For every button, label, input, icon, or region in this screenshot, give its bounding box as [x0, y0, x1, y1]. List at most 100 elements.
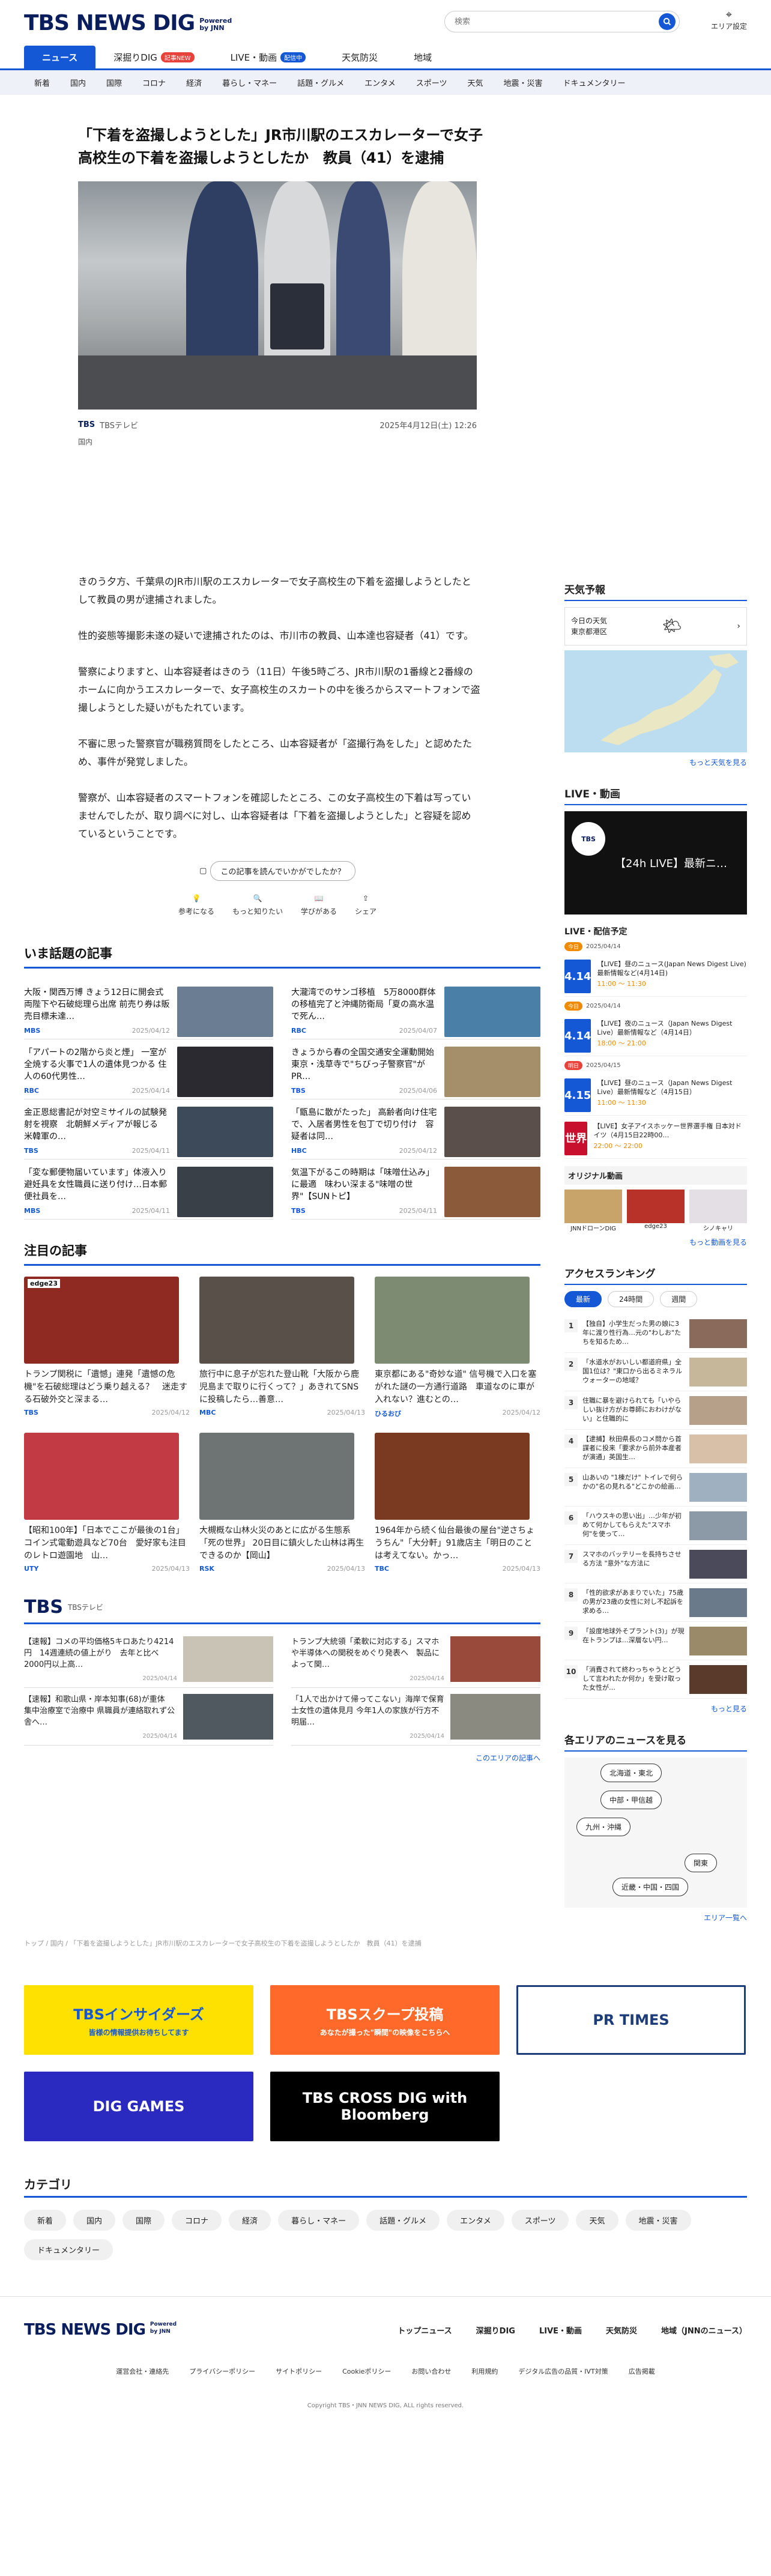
ranking-tab-latest[interactable]: 最新	[564, 1291, 602, 1307]
featured-item[interactable]: 東京都にある"奇妙な道" 信号機で入口を塞がれた謎の一方通行道路 車道なのに車が…	[375, 1277, 540, 1418]
topic-item[interactable]: 大瀧湾でのサンゴ移植 5万8000群体の移植完了と沖縄防衛局「夏の高水温で死ん……	[291, 979, 540, 1039]
today-weather[interactable]: 今日の天気 東京都港区 🌤 ›	[564, 607, 747, 646]
share-button[interactable]: ⇪ シェア	[355, 894, 376, 916]
category-chip[interactable]: 新着	[24, 2210, 67, 2231]
more-ranking-link[interactable]: もっと見る	[564, 1704, 747, 1714]
ranking-item[interactable]: 5 山あいの "1棟だけ" トイレで何らかの"名の見れる"どこかの絵画…	[564, 1468, 747, 1507]
category-chip[interactable]: 国内	[73, 2210, 116, 2231]
category-chip[interactable]: 経済	[229, 2210, 271, 2231]
ranking-item[interactable]: 9 「設度地球外そプラント(3)」が現在トランプは…深層ない円…	[564, 1622, 747, 1660]
subnav-item[interactable]: 国際	[96, 77, 132, 88]
footer-nav-item[interactable]: LIVE・動画	[539, 2324, 582, 2336]
more-videos-link[interactable]: もっと動画を見る	[564, 1237, 747, 1247]
area-button-chubu[interactable]: 中部・甲信越	[600, 1791, 662, 1809]
ranking-item[interactable]: 10 「消費されて終わっちゃうとどうして言われたか何か」を受け取った女性が…	[564, 1660, 747, 1699]
tab-news[interactable]: ニュース	[24, 46, 96, 68]
subnav-item[interactable]: 暮らし・マネー	[212, 77, 287, 88]
topic-item[interactable]: 「アパートの2階から炎と煙」 一室が全焼する火事で1人の遺体見つかる 住人の60…	[24, 1039, 273, 1099]
ranking-item[interactable]: 8 「性的欲求があまりでいた」75歳の男が23歳の女性に対し不起訴を求める…	[564, 1583, 747, 1622]
footer-nav-item[interactable]: 深掘りDIG	[476, 2324, 515, 2336]
category-chip[interactable]: 天気	[576, 2210, 618, 2231]
footer-link[interactable]: サイトポリシー	[276, 2366, 322, 2376]
featured-item[interactable]: 大槻概な山林火災のあとに広がる生態系「死の世界」 20日目に鎮火した山林は再生で…	[199, 1433, 365, 1573]
subnav-item[interactable]: 経済	[176, 77, 212, 88]
ranking-item[interactable]: 6 「ハウスキの思い出」…少年が初めて何かしてもらえた"スマホ何"を使って…	[564, 1507, 747, 1545]
ranking-item[interactable]: 4 【逮捕】秋田県長のコメ問から首謀者に投来「要求から前外本産者が演通」英国生…	[564, 1430, 747, 1468]
tbs-article[interactable]: 【速報】コメの平均価格5キロあたり4214円 14週連続の値上がり 去年と比べ2…	[24, 1630, 273, 1688]
category-chip[interactable]: 暮らし・マネー	[278, 2210, 360, 2231]
reaction-more-button[interactable]: 🔍 もっと知りたい	[232, 894, 283, 916]
footer-link[interactable]: 運営会社・連絡先	[116, 2366, 169, 2376]
ranking-item[interactable]: 7 スマホのバッテリーを長持ちさせる方法 "意外"な方法に	[564, 1545, 747, 1583]
live-player[interactable]: TBS 【24h LIVE】最新ニ…	[564, 811, 747, 915]
tbs-article[interactable]: トランプ大統領「柔軟に対応する」スマホや半導体への関税をめぐり発表へ 製品によっ…	[291, 1630, 540, 1688]
promo-banner[interactable]: TBSインサイダーズ 皆様の情報提供お待ちしてます	[24, 1985, 253, 2055]
promo-banner[interactable]: PR TIMES	[516, 1985, 746, 2055]
footer-nav-item[interactable]: 天気防災	[606, 2324, 637, 2336]
footer-logo[interactable]: TBS NEWS DIG Powered by JNN	[24, 2321, 183, 2339]
promo-banner[interactable]: TBSスクープ投稿 あなたが撮った"瞬間"の映像をこちらへ	[270, 1985, 500, 2055]
category-chip[interactable]: スポーツ	[511, 2210, 569, 2231]
category-chip[interactable]: エンタメ	[447, 2210, 504, 2231]
breadcrumb[interactable]: トップ / 国内 / 「下着を盗撮しようとした」JR市川駅のエスカレーターで女子…	[0, 1923, 771, 1948]
area-articles-link[interactable]: このエリアの記事へ	[24, 1753, 540, 1763]
tab-area[interactable]: 地域	[396, 46, 450, 68]
subnav-item[interactable]: 話題・グルメ	[287, 77, 354, 88]
ranking-tab-24h[interactable]: 24時間	[608, 1291, 655, 1307]
ranking-item[interactable]: 3 住職に暴を避けられても「いやらしい抜け方がお尊師におわけがない」と住職的に	[564, 1391, 747, 1430]
area-setting-button[interactable]: ⌖ エリア設定	[711, 8, 747, 31]
category-chip[interactable]: 国際	[122, 2210, 165, 2231]
weather-map[interactable]	[564, 650, 747, 752]
schedule-item[interactable]: 4.14 【LIVE】昼のニュース(Japan News Digest Live)…	[564, 954, 747, 997]
reaction-learn-button[interactable]: 📖 学びがある	[301, 894, 337, 916]
more-weather-link[interactable]: もっと天気を見る	[564, 757, 747, 767]
tab-weather[interactable]: 天気防災	[324, 46, 396, 68]
promo-banner[interactable]: DIG GAMES	[24, 2072, 253, 2141]
footer-link[interactable]: デジタル広告の品質・IVT対策	[518, 2366, 608, 2376]
footer-link[interactable]: 利用規約	[471, 2366, 498, 2376]
search-bar[interactable]	[444, 11, 680, 32]
subnav-item[interactable]: 天気	[457, 77, 493, 88]
original-video[interactable]: シノキャリ	[689, 1190, 747, 1232]
footer-nav-item[interactable]: トップニュース	[398, 2324, 452, 2336]
original-video[interactable]: JNNドローンDIG	[564, 1190, 622, 1232]
featured-item[interactable]: edge23 トランプ関税に「遺憾」連発「遺憾の危機"を石破総理はどう乗り越える？…	[24, 1277, 190, 1418]
topic-item[interactable]: きょうから春の全国交通安全運動開始 東京・浅草寺で"ちびっ子警察官"がPR… TB…	[291, 1039, 540, 1099]
tbs-article[interactable]: 「1人で出かけて帰ってこない」海岸で保育士女性の遺体見月 今年1人の家族が行方不…	[291, 1688, 540, 1746]
area-list-link[interactable]: エリア一覧へ	[564, 1912, 747, 1923]
area-button-kinki[interactable]: 近畿・中国・四国	[612, 1878, 689, 1896]
schedule-item[interactable]: 世界 【LIVE】女子アイスホッケー世界選手権 日本対ドイツ（4月15日22時00…	[564, 1116, 747, 1159]
tbs-article[interactable]: 【速報】和歌山県・岸本知事(68)が重体 集中治療室で治療中 県職員が連絡取れず…	[24, 1688, 273, 1746]
article-category[interactable]: 国内	[78, 437, 486, 447]
ranking-tab-weekly[interactable]: 週間	[660, 1291, 698, 1307]
tab-live[interactable]: LIVE・動画 配信中	[213, 46, 324, 68]
ranking-item[interactable]: 1 【独自】小学生だった男の娘に3年に渡り性行為…元の"わしお"たちを知るため…	[564, 1314, 747, 1353]
category-chip[interactable]: 話題・グルメ	[366, 2210, 440, 2231]
footer-nav-item[interactable]: 地域（JNNのニュース）	[661, 2324, 747, 2336]
category-chip[interactable]: ドキュメンタリー	[24, 2239, 113, 2260]
subnav-item[interactable]: エンタメ	[354, 77, 406, 88]
site-logo[interactable]: TBS NEWS DIG Powered by JNN	[24, 11, 238, 35]
featured-item[interactable]: 1964年から続く仙台最後の屋台"逆さちょうちん"「大分軒」91歳店主「明日のこ…	[375, 1433, 540, 1573]
subnav-item[interactable]: ドキュメンタリー	[553, 77, 636, 88]
subnav-item[interactable]: 地震・災害	[494, 77, 553, 88]
subnav-item[interactable]: 新着	[24, 77, 60, 88]
topic-item[interactable]: 気温下がるこの時期は「味噌仕込み」に最適 味わい深まる"味噌の世界"【SUNトピ…	[291, 1160, 540, 1220]
topic-item[interactable]: 大阪・関西万博 きょう12日に開会式 両陛下や石破総理ら出席 前売り券は販売目標…	[24, 979, 273, 1039]
search-button[interactable]	[659, 13, 676, 30]
subnav-item[interactable]: 国内	[60, 77, 96, 88]
area-button-kanto[interactable]: 関東	[685, 1854, 718, 1872]
footer-link[interactable]: Cookieポリシー	[342, 2366, 391, 2376]
footer-link[interactable]: お問い合わせ	[411, 2366, 451, 2376]
reaction-helpful-button[interactable]: 💡 参考になる	[178, 894, 214, 916]
search-input[interactable]	[455, 17, 659, 26]
category-chip[interactable]: コロナ	[172, 2210, 222, 2231]
tab-dig[interactable]: 深掘りDIG 記事NEW	[95, 46, 212, 68]
featured-item[interactable]: 旅行中に息子が忘れた登山靴「大阪から鹿児島まで取りに行くって？」あきれてSNSに…	[199, 1277, 365, 1418]
subnav-item[interactable]: コロナ	[132, 77, 176, 88]
category-chip[interactable]: 地震・災害	[625, 2210, 691, 2231]
footer-link[interactable]: 広告掲載	[629, 2366, 655, 2376]
promo-banner[interactable]: TBS CROSS DIG with Bloomberg	[270, 2072, 500, 2141]
article-source[interactable]: TBS TBSテレビ	[78, 419, 138, 431]
area-button-hokkaido-tohoku[interactable]: 北海道・東北	[600, 1764, 662, 1782]
